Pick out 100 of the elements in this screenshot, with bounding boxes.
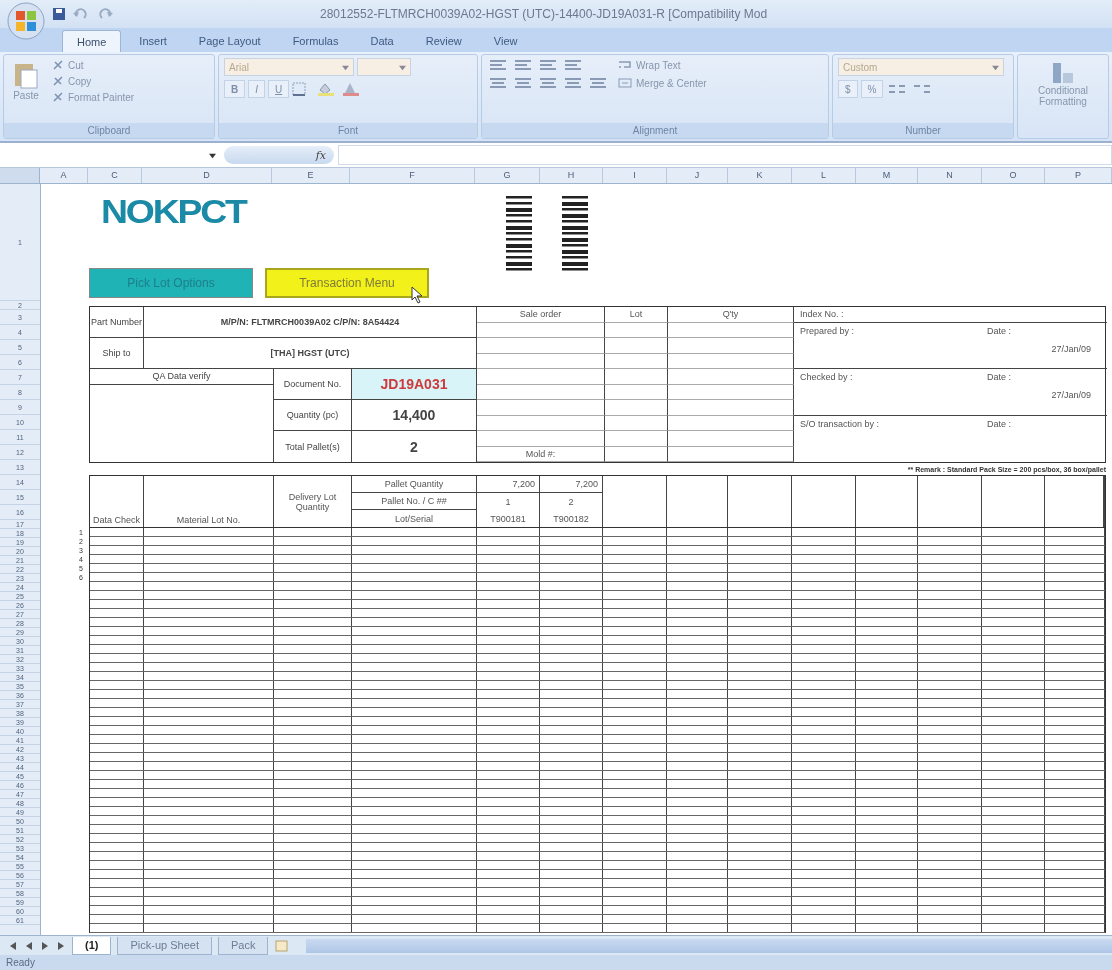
group-label: Number: [833, 123, 1013, 138]
table-cell: Total Pallet(s): [274, 431, 352, 462]
ribbon-tab[interactable]: Review: [411, 30, 476, 52]
table-cell: [605, 353, 668, 369]
ribbon-tab[interactable]: Page Layout: [184, 30, 275, 52]
sheet-nav-icon[interactable]: [56, 940, 66, 951]
sheet-tab[interactable]: Pack: [217, 936, 269, 955]
column-header[interactable]: H: [540, 168, 603, 183]
font-size-field[interactable]: [357, 58, 411, 76]
ribbon-tab[interactable]: Home: [62, 30, 122, 52]
number-format-button[interactable]: %: [860, 80, 884, 98]
ribbon-tab[interactable]: View: [479, 30, 532, 52]
table-cell: [605, 415, 668, 431]
dropdown-icon: [342, 63, 349, 71]
column-header[interactable]: E: [272, 168, 350, 183]
column-header[interactable]: J: [667, 168, 728, 183]
table-cell: Q'ty: [668, 307, 794, 323]
column-header[interactable]: A: [40, 168, 88, 183]
window-title: 28012552-FLTMRCH0039A02-HGST (UTC)-14400-JD19A031-R [Compatibility Mod: [320, 7, 768, 21]
table-cell: 2: [352, 431, 477, 462]
cross-icon: [52, 59, 64, 71]
table-cell: Mold #:: [477, 446, 605, 462]
date-label: Date :: [987, 372, 1011, 382]
signoff-label: S/O transaction by :: [800, 418, 880, 429]
ribbon-tab[interactable]: Formulas: [278, 30, 353, 52]
table-cell: [605, 322, 668, 338]
select-all-corner[interactable]: [0, 168, 40, 183]
company-logo: NOKPCT: [101, 194, 246, 228]
group-label: Font: [219, 123, 477, 138]
number-format-button[interactable]: $: [838, 80, 858, 98]
cross-icon: [52, 75, 64, 87]
table-header: Pallet No. / C ##: [352, 493, 477, 510]
column-header[interactable]: M: [856, 168, 918, 183]
column-header[interactable]: D: [142, 168, 272, 183]
column-header[interactable]: F: [350, 168, 475, 183]
column-header[interactable]: N: [918, 168, 982, 183]
signoff-label: Checked by :: [800, 372, 853, 382]
sheet-tab[interactable]: (1): [72, 936, 112, 955]
date-value: 27/Jan/09: [1051, 390, 1091, 400]
new-sheet-icon[interactable]: [274, 939, 291, 952]
table-cell: [605, 400, 668, 416]
align-icon[interactable]: [587, 76, 609, 90]
align-icon[interactable]: [562, 76, 584, 90]
sheet-nav-icon[interactable]: [40, 940, 50, 951]
column-header[interactable]: L: [792, 168, 856, 183]
column-header[interactable]: O: [982, 168, 1045, 183]
undo-icon[interactable]: [72, 7, 90, 21]
merge-cells-icon: [618, 77, 632, 89]
macro-button[interactable]: Transaction Menu: [265, 268, 429, 298]
sheet-nav-icon[interactable]: [24, 940, 34, 951]
table-header: 1: [477, 493, 540, 510]
table-cell: Quantity (pc): [274, 400, 352, 431]
ribbon-tab[interactable]: Insert: [125, 30, 181, 52]
align-icon[interactable]: [562, 58, 584, 72]
save-icon[interactable]: [52, 7, 66, 21]
table-cell: M/P/N: FLTMRCH0039A02 C/P/N: 8A54424: [144, 307, 477, 338]
align-icon[interactable]: [512, 58, 534, 72]
table-cell: 14,400: [352, 400, 477, 431]
table-cell: [605, 384, 668, 400]
table-cell: [605, 446, 668, 462]
align-icon[interactable]: [512, 76, 534, 90]
table-cell: QA Data verify: [90, 369, 274, 385]
dropdown-icon: [992, 63, 999, 71]
redo-icon[interactable]: [96, 7, 114, 21]
wrap-text-icon: [618, 59, 632, 71]
table-cell: [605, 338, 668, 354]
align-icon[interactable]: [537, 76, 559, 90]
format-button[interactable]: I: [248, 80, 265, 98]
sheet-nav-icon[interactable]: [8, 940, 18, 951]
column-header[interactable]: K: [728, 168, 792, 183]
format-button[interactable]: U: [268, 80, 290, 98]
signoff-label: Prepared by :: [800, 325, 855, 336]
formula-field[interactable]: [338, 145, 1112, 165]
horizontal-scroll-bar[interactable]: [306, 938, 1112, 953]
ribbon-tab[interactable]: Data: [356, 30, 408, 52]
column-header[interactable]: P: [1045, 168, 1112, 183]
function-label[interactable]: fx: [315, 148, 326, 162]
table-cell: [605, 369, 668, 385]
dropdown-icon: [399, 63, 406, 71]
table-cell: Ship to: [90, 338, 144, 369]
table-cell: Sale order: [477, 307, 605, 323]
table-header: 7,200: [540, 476, 603, 493]
group-label: Alignment: [482, 123, 828, 138]
date-value: 27/Jan/09: [1051, 343, 1091, 354]
align-icon[interactable]: [537, 58, 559, 72]
cross-icon: [52, 91, 64, 103]
align-icon[interactable]: [487, 58, 509, 72]
mouse-pointer-icon: [411, 286, 423, 304]
date-label: Date :: [987, 325, 1011, 336]
date-label: Date :: [987, 418, 1011, 429]
column-header[interactable]: G: [475, 168, 540, 183]
conditional-formatting-icon: [1051, 61, 1075, 85]
table-header: Delivery Lot Quantity: [274, 476, 352, 527]
table-header: T900182: [540, 510, 603, 527]
column-header[interactable]: C: [88, 168, 142, 183]
table-header: Data Check: [90, 476, 144, 527]
align-icon[interactable]: [487, 76, 509, 90]
table-cell: Lot: [605, 307, 668, 323]
sheet-tab[interactable]: Pick-up Sheet: [117, 936, 212, 955]
column-header[interactable]: I: [603, 168, 667, 183]
